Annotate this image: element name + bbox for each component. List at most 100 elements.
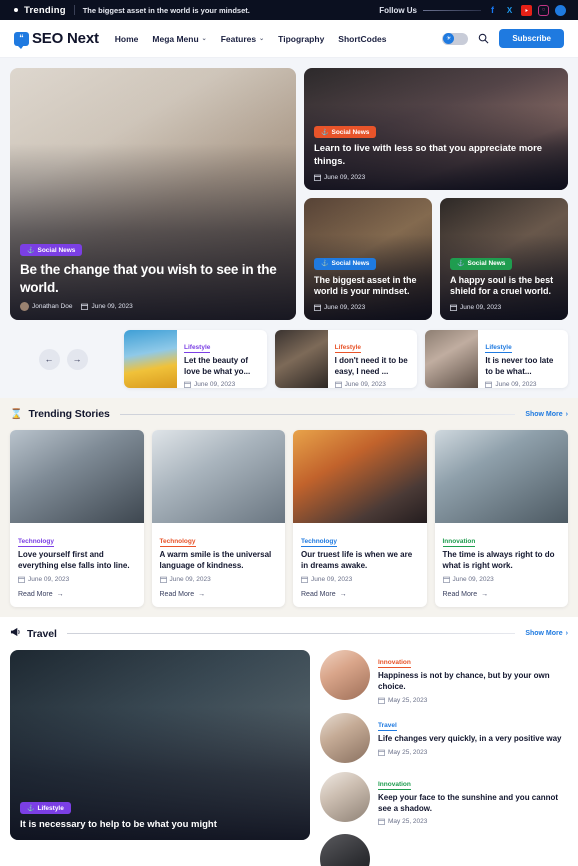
trending-card[interactable]: Technology A warm smile is the universal…: [151, 430, 285, 608]
youtube-icon[interactable]: [521, 4, 532, 16]
chevron-right-icon: ›: [565, 410, 568, 418]
date-meta: June 09, 2023: [334, 381, 411, 388]
dark-mode-toggle[interactable]: ☀: [442, 32, 469, 45]
travel-list-item[interactable]: Innovation Happiness is not by chance, b…: [320, 650, 568, 704]
trending-card-title[interactable]: A warm smile is the universal language o…: [160, 550, 278, 571]
trending-card-title[interactable]: The time is always right to do what is r…: [443, 550, 561, 571]
category-label[interactable]: Lifestyle: [184, 344, 211, 353]
nav-item-tipography[interactable]: Tipography: [278, 34, 324, 44]
instagram-icon[interactable]: ○: [538, 4, 549, 16]
hero-top-card[interactable]: ⚓ Social News Learn to live with less so…: [304, 68, 568, 190]
nav-item-mega-menu[interactable]: Mega Menu ⌄: [152, 34, 206, 44]
read-more-link[interactable]: Read More →: [301, 591, 419, 598]
travel-feature-card[interactable]: ⚓ Lifestyle It is necessary to help to b…: [10, 650, 310, 841]
category-badge[interactable]: ⚓ Social News: [450, 257, 513, 270]
hero-small-meta: June 09, 2023: [314, 304, 422, 311]
nav-item-shortcodes[interactable]: ShortCodes: [338, 34, 386, 44]
nav-item-label: ShortCodes: [338, 33, 387, 44]
facebook-icon[interactable]: f: [487, 5, 498, 16]
trending-card-title[interactable]: Love yourself first and everything else …: [18, 550, 136, 571]
carousel-slide[interactable]: Lifestyle It is never too late to be wha…: [425, 330, 569, 388]
calendar-icon: [450, 304, 457, 311]
read-more-link[interactable]: Read More →: [18, 591, 136, 598]
hero-main-title[interactable]: Be the change that you wish to see in th…: [20, 261, 286, 296]
carousel-slide[interactable]: Lifestyle I don't need it to be easy, I …: [274, 330, 418, 388]
category-label[interactable]: Lifestyle: [485, 344, 512, 353]
travel-item-thumbnail: [320, 650, 370, 701]
hero-side-column: ⚓ Social News Learn to live with less so…: [304, 68, 568, 320]
trending-cards-grid: Technology Love yourself first and every…: [10, 430, 568, 608]
hero-small-card-2[interactable]: ⚓ Social News A happy soul is the best s…: [440, 198, 568, 320]
subscribe-button[interactable]: Subscribe: [499, 29, 564, 48]
travel-list-item[interactable]: Travel Life changes very quickly, in a v…: [320, 712, 568, 763]
date-text: June 09, 2023: [460, 304, 502, 311]
nav-item-features[interactable]: Features ⌄: [221, 34, 264, 44]
calendar-icon: [314, 304, 321, 311]
category-badge[interactable]: ⚓ Social News: [314, 126, 377, 139]
nav-item-home[interactable]: Home: [115, 34, 139, 44]
read-more-link[interactable]: Read More →: [443, 591, 561, 598]
carousel-slide-image: [124, 330, 177, 388]
trending-card-image: [293, 430, 427, 523]
hero-small-meta: June 09, 2023: [450, 304, 558, 311]
hero-top-title[interactable]: Learn to live with less so that you appr…: [314, 143, 558, 168]
category-badge[interactable]: ⚓ Social News: [20, 244, 83, 257]
author-meta: Jonathan Doe: [20, 302, 72, 311]
travel-item-title[interactable]: Happiness is not by chance, but by your …: [378, 671, 568, 692]
x-twitter-icon[interactable]: X: [504, 5, 515, 16]
carousel-slide-title[interactable]: Let the beauty of love be what yo...: [184, 356, 260, 377]
read-more-link[interactable]: Read More →: [160, 591, 278, 598]
calendar-icon: [334, 381, 342, 388]
travel-item-body: Innovation Happiness is not by chance, b…: [378, 650, 568, 704]
category-badge[interactable]: ⚓ Lifestyle: [20, 802, 71, 815]
category-label[interactable]: Innovation: [442, 538, 476, 547]
category-badge[interactable]: ⚓ Social News: [314, 257, 377, 270]
carousel-slide[interactable]: Lifestyle Let the beauty of love be what…: [124, 330, 267, 388]
category-label[interactable]: Technology: [301, 538, 337, 547]
calendar-icon: [301, 577, 308, 584]
logo-quote-icon: “: [14, 31, 29, 49]
category-label[interactable]: Innovation: [378, 781, 411, 790]
trending-label: Trending: [24, 4, 66, 16]
arrow-right-icon: →: [198, 591, 206, 599]
travel-list-item[interactable]: [320, 834, 568, 866]
travel-item-title[interactable]: Life changes very quickly, in a very pos…: [378, 734, 568, 745]
hero-bottom-row: ⚓ Social News The biggest asset in the w…: [304, 198, 568, 320]
trending-card[interactable]: Innovation The time is always right to d…: [434, 430, 568, 608]
carousel-controls: ← →: [10, 348, 116, 370]
date-meta: May 25, 2023: [378, 749, 568, 756]
show-more-link[interactable]: Show More ›: [525, 411, 568, 418]
travel-list-item[interactable]: Innovation Keep your face to the sunshin…: [320, 771, 568, 826]
category-label[interactable]: Travel: [378, 722, 397, 731]
show-more-link[interactable]: Show More ›: [525, 630, 568, 637]
category-label[interactable]: Innovation: [378, 659, 411, 669]
trending-card[interactable]: Technology Love yourself first and every…: [10, 430, 144, 608]
site-logo[interactable]: “ SEO Next: [14, 30, 99, 49]
hero-small-card-1[interactable]: ⚓ Social News The biggest asset in the w…: [304, 198, 432, 320]
calendar-icon: [81, 303, 89, 310]
carousel-slide-title[interactable]: It is never too late to be what...: [485, 356, 561, 377]
travel-item-title[interactable]: Keep your face to the sunshine and you c…: [378, 793, 568, 814]
hero-small-title[interactable]: The biggest asset in the world is your m…: [314, 275, 422, 298]
telegram-icon[interactable]: [555, 4, 566, 16]
trending-card[interactable]: Technology Our truest life is when we ar…: [293, 430, 427, 608]
category-label[interactable]: Technology: [159, 538, 196, 547]
date-text: May 25, 2023: [388, 818, 428, 826]
read-more-label: Read More: [159, 591, 195, 599]
date-meta: June 09, 2023: [450, 304, 501, 311]
trending-card-body: Technology Our truest life is when we ar…: [293, 523, 427, 607]
category-label[interactable]: Technology: [18, 538, 54, 547]
travel-feature-title[interactable]: It is necessary to help to be what you m…: [20, 819, 300, 831]
calendar-icon: [18, 577, 25, 584]
carousel-prev-button[interactable]: ←: [38, 348, 60, 370]
trending-headline[interactable]: The biggest asset in the world is your m…: [83, 6, 250, 15]
category-label[interactable]: Lifestyle: [334, 344, 362, 353]
hero-small-title[interactable]: A happy soul is the best shield for a cr…: [450, 275, 558, 298]
carousel-slide-title[interactable]: I don't need it to be easy, I need ...: [335, 356, 411, 377]
author-name: Jonathan Doe: [32, 303, 73, 310]
carousel-slide-body: Lifestyle Let the beauty of love be what…: [177, 330, 267, 388]
hero-main-card[interactable]: ⚓ Social News Be the change that you wis…: [10, 68, 296, 320]
search-icon[interactable]: [478, 33, 489, 44]
trending-card-title[interactable]: Our truest life is when we are in dreams…: [301, 550, 419, 571]
carousel-next-button[interactable]: →: [66, 348, 88, 370]
